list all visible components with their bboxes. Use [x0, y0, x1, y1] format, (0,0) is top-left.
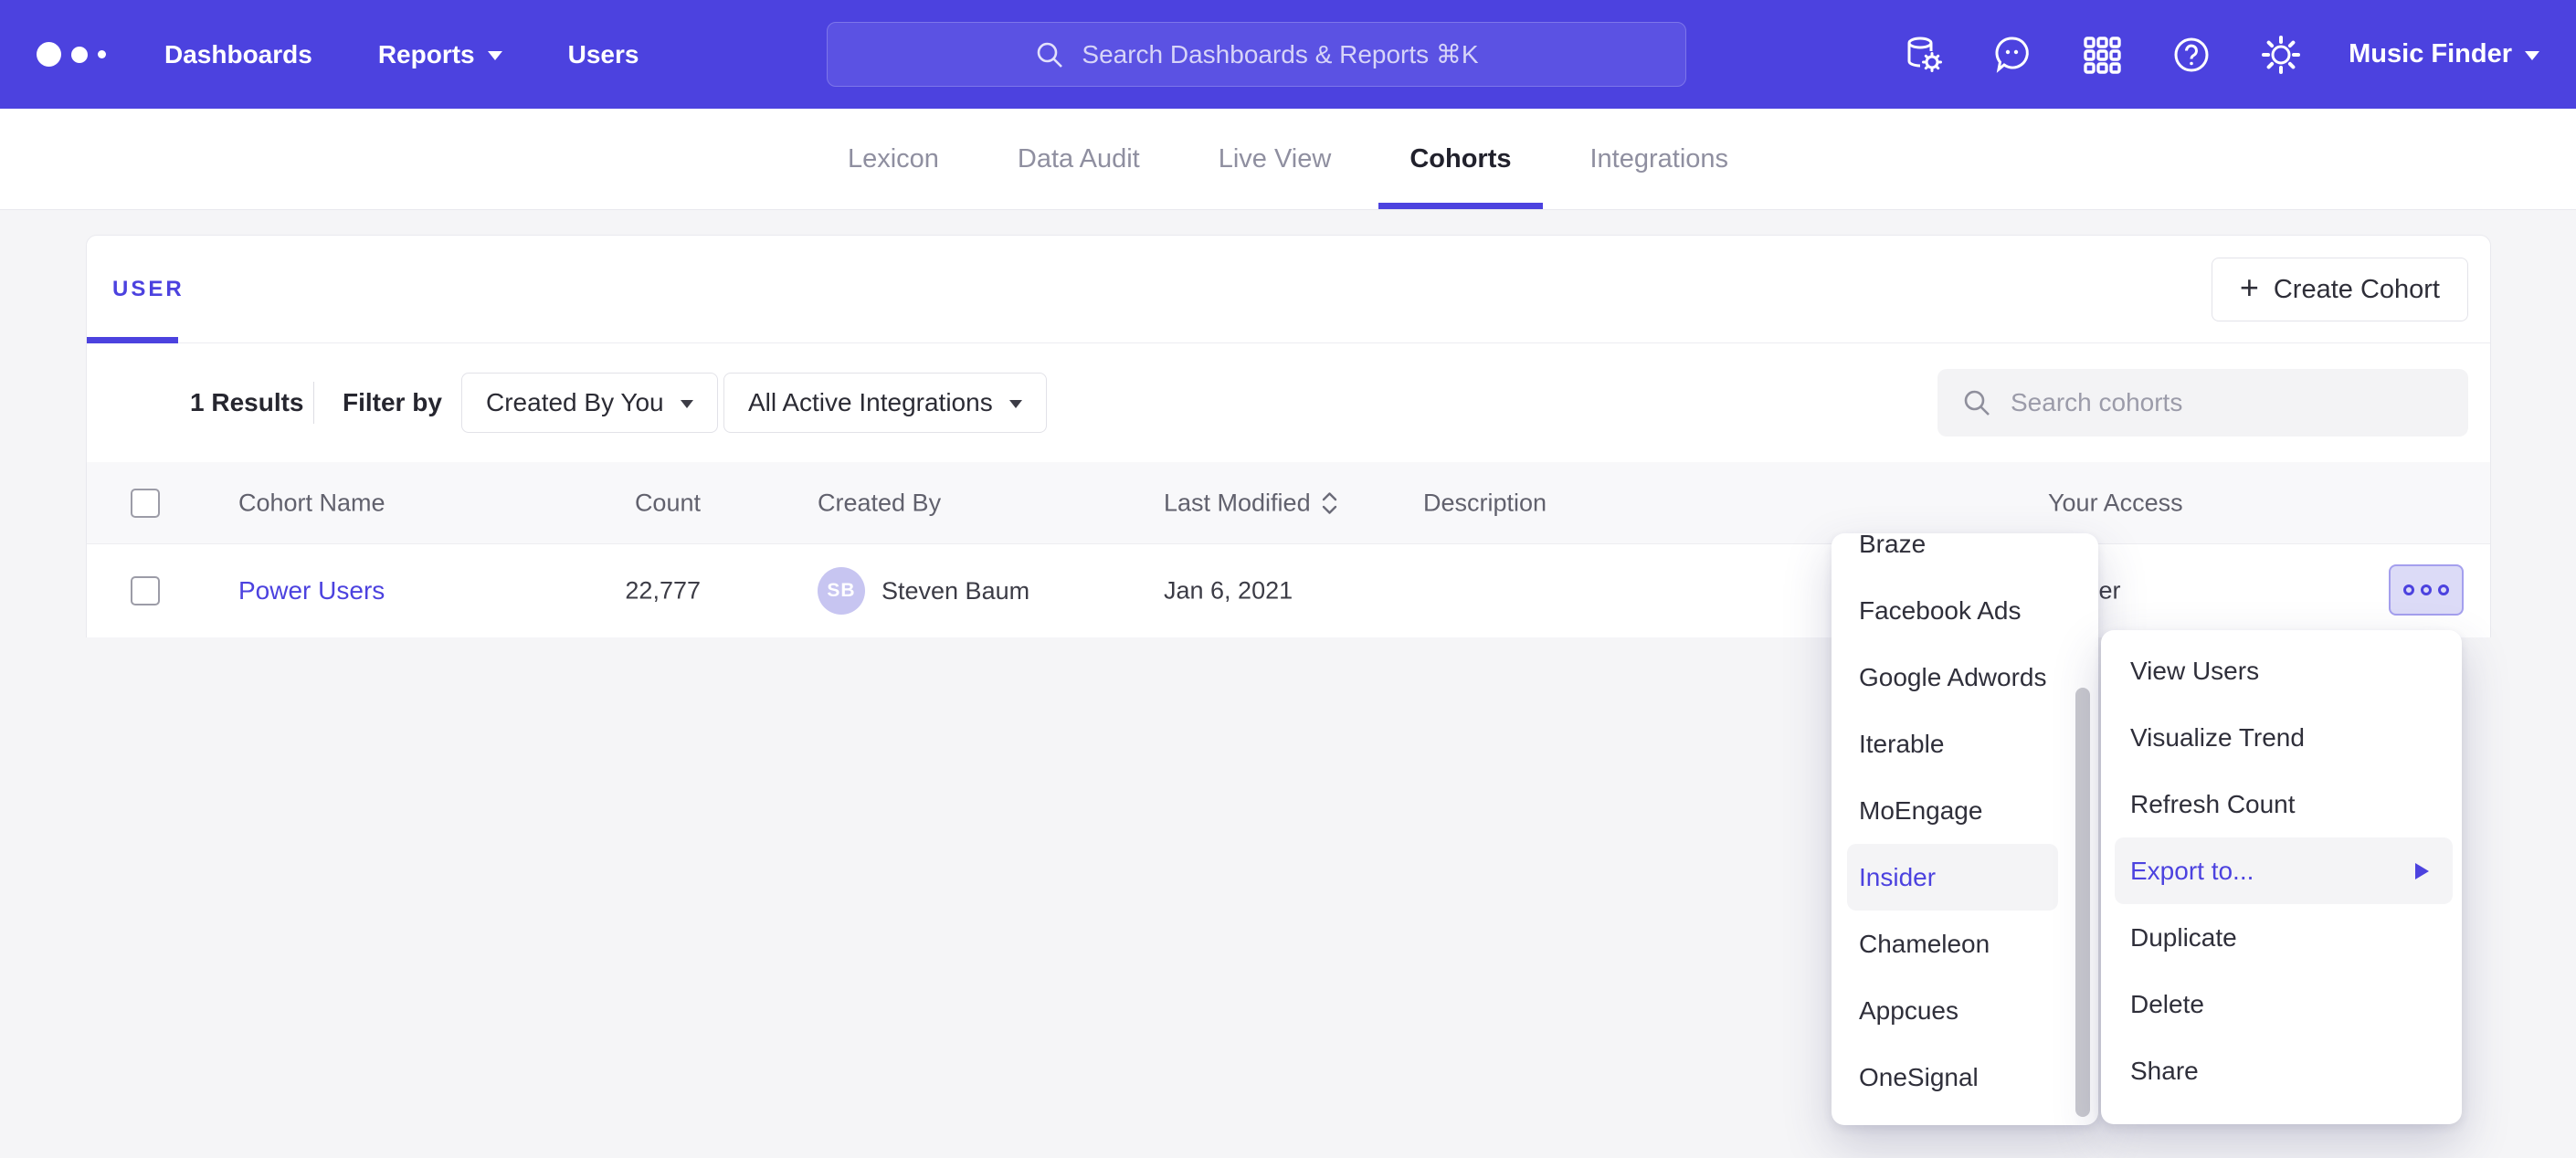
- filter-toolbar: 1 Results Filter by Created By You All A…: [87, 343, 2490, 462]
- search-icon: [1034, 39, 1065, 70]
- project-switcher[interactable]: Music Finder: [2349, 39, 2539, 69]
- row-actions-button[interactable]: [2389, 564, 2464, 616]
- mixpanel-logo-icon[interactable]: [37, 42, 106, 67]
- menu-item-google-adwords[interactable]: Google Adwords: [1832, 644, 2098, 711]
- col-description: Description: [1423, 489, 1547, 517]
- chevron-down-icon: [1009, 400, 1022, 415]
- menu-item-insider[interactable]: Insider: [1847, 844, 2058, 911]
- menu-item-moengage[interactable]: MoEngage: [1832, 777, 2098, 844]
- feedback-bubble-icon[interactable]: [1990, 33, 2034, 77]
- cohort-count: 22,777: [498, 577, 701, 605]
- search-icon: [1961, 387, 1992, 418]
- global-search-placeholder: Search Dashboards & Reports ⌘K: [1082, 39, 1478, 69]
- tab-lexicon[interactable]: Lexicon: [848, 109, 939, 209]
- nav-users[interactable]: Users: [568, 40, 639, 69]
- menu-item-refresh-count[interactable]: Refresh Count: [2101, 771, 2462, 837]
- settings-gear-icon[interactable]: [2259, 33, 2303, 77]
- user-tab-underline: [87, 337, 178, 343]
- filter-by-label: Filter by: [343, 388, 442, 417]
- menu-item-facebook-ads[interactable]: Facebook Ads: [1832, 577, 2098, 644]
- menu-item-iterable[interactable]: Iterable: [1832, 711, 2098, 777]
- nav-reports[interactable]: Reports: [378, 40, 502, 69]
- tab-live-view[interactable]: Live View: [1219, 109, 1332, 209]
- sort-icon: [1322, 490, 1337, 515]
- divider: [313, 382, 314, 424]
- row-checkbox[interactable]: [131, 576, 160, 605]
- created-by-name: Steven Baum: [882, 577, 1029, 605]
- tab-user-cohorts[interactable]: USER: [112, 277, 185, 302]
- col-created-by: Created By: [818, 489, 941, 517]
- menu-item-share[interactable]: Share: [2101, 1037, 2462, 1104]
- cohorts-panel: USER + Create Cohort 1 Results Filter by…: [86, 235, 2491, 637]
- chevron-down-icon: [488, 51, 502, 68]
- menu-item-view-users[interactable]: View Users: [2101, 637, 2462, 704]
- apps-grid-icon[interactable]: [2080, 33, 2124, 77]
- menu-item-visualize-trend[interactable]: Visualize Trend: [2101, 704, 2462, 771]
- chevron-down-icon: [681, 400, 693, 415]
- tab-cohorts[interactable]: Cohorts: [1409, 109, 1511, 209]
- plus-icon: +: [2240, 271, 2259, 304]
- col-last-modified[interactable]: Last Modified: [1164, 489, 1337, 517]
- tab-integrations[interactable]: Integrations: [1590, 109, 1729, 209]
- global-search-bar[interactable]: Search Dashboards & Reports ⌘K: [827, 22, 1686, 87]
- cohort-actions-menu: View Users Visualize Trend Refresh Count…: [2101, 630, 2462, 1124]
- help-icon[interactable]: [2170, 33, 2213, 77]
- menu-item-appcues[interactable]: Appcues: [1832, 977, 2098, 1044]
- tab-data-audit[interactable]: Data Audit: [1018, 109, 1140, 209]
- create-cohort-button[interactable]: + Create Cohort: [2212, 258, 2468, 321]
- filter-created-by[interactable]: Created By You: [461, 373, 718, 433]
- menu-item-delete[interactable]: Delete: [2101, 971, 2462, 1037]
- header-icon-group: Music Finder: [1901, 0, 2539, 109]
- active-tab-underline: [1378, 203, 1543, 209]
- filter-integrations[interactable]: All Active Integrations: [723, 373, 1047, 433]
- cohort-search-input[interactable]: [2009, 387, 2444, 418]
- menu-item-export-to[interactable]: Export to...: [2115, 837, 2453, 904]
- created-by-cell: SB Steven Baum: [818, 567, 1029, 615]
- avatar: SB: [818, 567, 865, 615]
- nav-dashboards[interactable]: Dashboards: [164, 40, 312, 69]
- primary-nav: Dashboards Reports Users: [164, 40, 639, 69]
- submenu-arrow-icon: [2415, 863, 2429, 879]
- col-count: Count: [498, 489, 701, 517]
- top-navigation-bar: Dashboards Reports Users Search Dashboar…: [0, 0, 2576, 109]
- export-integrations-menu: Braze Facebook Ads Google Adwords Iterab…: [1832, 533, 2098, 1125]
- col-your-access: Your Access: [2048, 489, 2183, 517]
- cohort-search-box: [1937, 369, 2468, 437]
- chevron-down-icon: [2525, 51, 2539, 68]
- project-name: Music Finder: [2349, 39, 2512, 69]
- menu-item-braze[interactable]: Braze: [1832, 533, 2098, 577]
- select-all-checkbox[interactable]: [131, 489, 160, 518]
- table-header-row: Cohort Name Count Created By Last Modifi…: [87, 462, 2490, 544]
- database-gear-icon[interactable]: [1901, 33, 1945, 77]
- col-cohort-name: Cohort Name: [238, 489, 385, 517]
- menu-item-chameleon[interactable]: Chameleon: [1832, 911, 2098, 977]
- scrollbar-thumb[interactable]: [2075, 688, 2090, 1117]
- table-row: Power Users 22,777 SB Steven Baum Jan 6,…: [87, 544, 2490, 637]
- cohort-type-strip: USER + Create Cohort: [87, 236, 2490, 343]
- last-modified-cell: Jan 6, 2021: [1164, 577, 1293, 605]
- section-tabs: Lexicon Data Audit Live View Cohorts Int…: [0, 109, 2576, 210]
- menu-item-onesignal[interactable]: OneSignal: [1832, 1044, 2098, 1111]
- results-count: 1 Results: [190, 388, 304, 417]
- integration-list: Braze Facebook Ads Google Adwords Iterab…: [1832, 533, 2098, 1111]
- menu-item-duplicate[interactable]: Duplicate: [2101, 904, 2462, 971]
- cohort-name-link[interactable]: Power Users: [238, 576, 385, 605]
